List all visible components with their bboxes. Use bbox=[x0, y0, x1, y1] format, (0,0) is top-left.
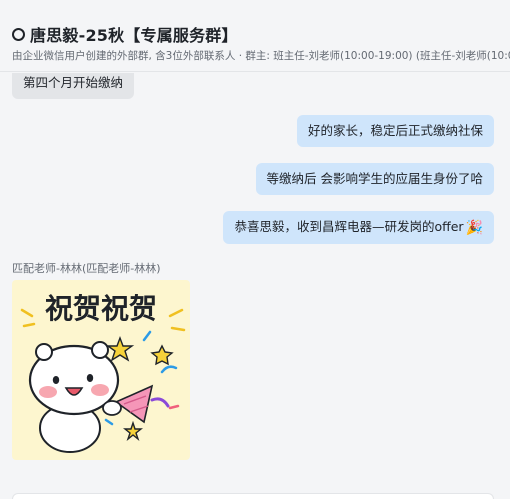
congratulations-sticker[interactable]: 祝贺祝贺 bbox=[12, 280, 190, 460]
chat-subtitle: 由企业微信用户创建的外部群, 含3位外部联系人 · 群主: 班主任-刘老师(10… bbox=[12, 50, 510, 62]
message-bubble-outgoing[interactable]: 恭喜思毅，收到昌辉电器—研发岗的offer 🎉 bbox=[223, 211, 494, 244]
chat-title[interactable]: 唐思毅-25秋【专属服务群】 bbox=[30, 22, 238, 46]
sticker-caption: 祝贺祝贺 bbox=[45, 292, 157, 325]
group-chat-icon bbox=[12, 27, 25, 41]
message-composer[interactable] bbox=[12, 493, 494, 499]
chat-header: 唐思毅-25秋【专属服务群】 由企业微信用户创建的外部群, 含3位外部联系人 ·… bbox=[0, 0, 510, 72]
message-bubble-incoming[interactable]: 第四个月开始缴纳 bbox=[12, 73, 135, 99]
message-bubble-outgoing[interactable]: 好的家长，稳定后正式缴纳社保 bbox=[296, 115, 494, 147]
sender-name[interactable]: 匹配老师-林林(匹配老师-林林) bbox=[12, 260, 161, 276]
message-bubble-outgoing[interactable]: 等缴纳后 会影响学生的应届生身份了哈 bbox=[255, 163, 494, 195]
message-text: 恭喜思毅，收到昌辉电器—研发岗的offer bbox=[234, 219, 464, 234]
sticker-artwork: 祝贺祝贺 bbox=[20, 292, 186, 453]
party-popper-icon: 🎉 bbox=[465, 220, 483, 236]
message-text: 好的家长，稳定后正式缴纳社保 bbox=[307, 123, 483, 138]
message-text: 第四个月开始缴纳 bbox=[23, 75, 124, 90]
message-list[interactable]: 第四个月开始缴纳 好的家长，稳定后正式缴纳社保 等缴纳后 会影响学生的应届生身份… bbox=[0, 73, 510, 499]
message-text: 等缴纳后 会影响学生的应届生身份了哈 bbox=[266, 171, 483, 186]
chat-title-row[interactable]: 唐思毅-25秋【专属服务群】 bbox=[12, 22, 238, 46]
